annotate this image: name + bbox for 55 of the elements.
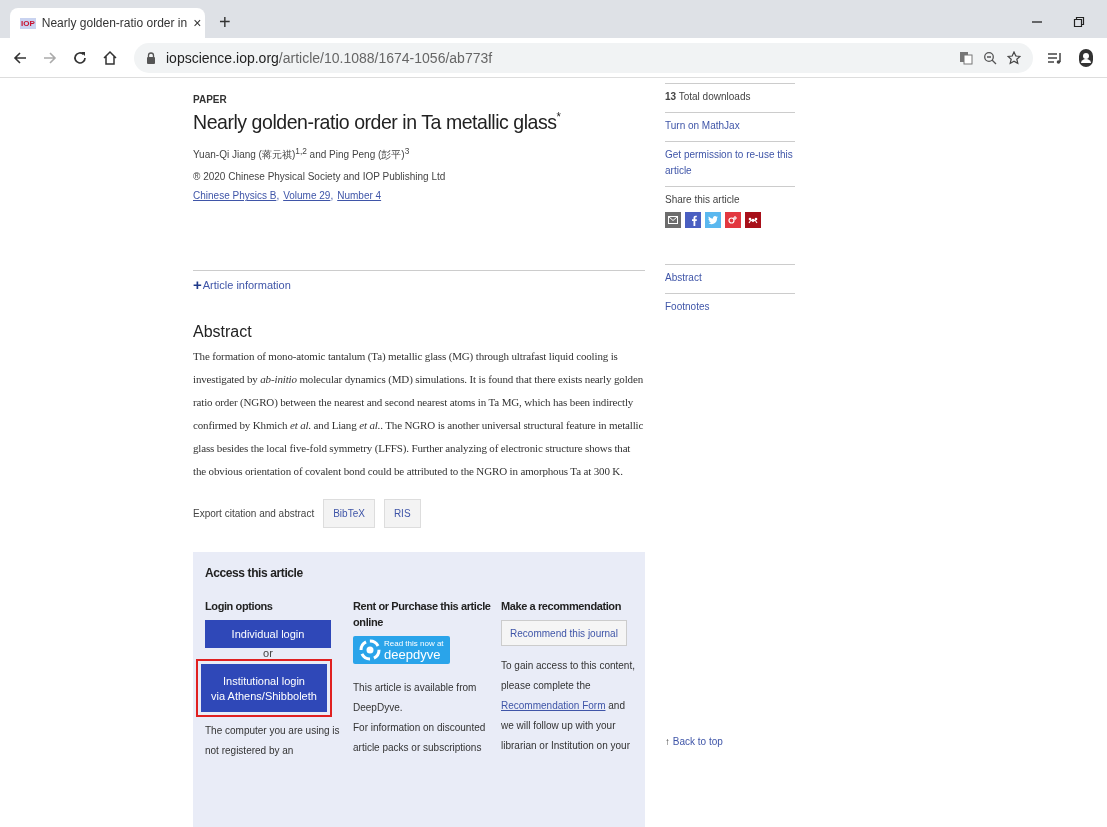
- comma: ,: [276, 190, 280, 202]
- browser-tab[interactable]: IOP Nearly golden-ratio order in ×: [10, 8, 205, 38]
- copyright-text: ® 2020 Chinese Physical Society and IOP Publishing Ltd: [193, 170, 447, 185]
- tab-title: Nearly golden-ratio order in: [41, 16, 188, 30]
- translate-icon[interactable]: [959, 50, 973, 65]
- zoom-out-icon[interactable]: [983, 50, 997, 65]
- rent-text: For information on discounted article packs or subscriptions: [353, 721, 487, 756]
- abstract-text: The formation of mono-atomic tantalum (Ta) metallic glass (MG) through ultrafast liquid cooling is investigated by ab-initio molecular dynamics (MD) simulations. It is found that there exists nearly golden ratio order (NGRO) between the nearest and second nearest atoms in Ta MG, which has been indirectly confirmed by Khmich et al. and Liang et al.. The NGRO is another universal structural feature in metallic glass besides the local five-fold symmetry (LFFS). Further analyzing of electronic structure shows that the obvious orientation of covalent bond could be attributed to the NGRO in amorphous Ta at 300 K.: [193, 349, 645, 480]
- rent-text: This article is available from DeepDyve.: [353, 681, 478, 716]
- lock-icon: [146, 51, 156, 64]
- login-note: The computer you are using is not registered by an: [205, 724, 341, 759]
- institutional-login-button[interactable]: Institutional login via Athens/Shibboleth: [201, 664, 327, 713]
- share-label: Share this article: [665, 193, 741, 207]
- googleplus-share-icon[interactable]: [725, 212, 741, 228]
- facebook-share-icon[interactable]: [685, 212, 701, 228]
- mendeley-share-icon[interactable]: [745, 212, 761, 228]
- email-share-icon[interactable]: [665, 212, 681, 228]
- reload-icon[interactable]: [72, 49, 88, 66]
- sidebar-link[interactable]: Turn on MathJax: [665, 118, 795, 134]
- reading-list-icon[interactable]: [1047, 50, 1063, 65]
- authors: Yuan-Qi Jiang (蒋元祺)$^{1,2}$ and Ping Peng (彭平)$^{3}$: [193, 145, 411, 163]
- column-heading: Login options: [205, 599, 274, 615]
- back-icon[interactable]: [12, 49, 28, 66]
- downloads-count: 13 Total downloads: [665, 83, 795, 112]
- article-information-toggle[interactable]: +Article information: [193, 276, 291, 294]
- new-tab-button[interactable]: +: [219, 11, 231, 34]
- sidebar-link[interactable]: Get permission to re-use this article: [665, 147, 795, 179]
- article-title: Nearly golden-ratio order in Ta metallic glass$^{*}$: [193, 110, 562, 134]
- profile-icon[interactable]: [1077, 47, 1095, 68]
- recommendation-form-link[interactable]: Recommendation Form: [501, 700, 606, 712]
- home-icon[interactable]: [102, 49, 118, 66]
- comma: ,: [330, 190, 334, 202]
- column-heading: Rent or Purchase this article online: [353, 599, 492, 631]
- url-text: iopscience.iop.org/article/10.1088/1674-1056/ab773f: [166, 49, 493, 66]
- access-heading: Access this article: [205, 566, 304, 581]
- abstract-heading: Abstract: [193, 323, 253, 342]
- close-icon[interactable]: ×: [193, 15, 202, 31]
- export-button[interactable]: RIS: [383, 499, 421, 529]
- individual-login-button[interactable]: Individual login: [205, 620, 331, 649]
- address-bar[interactable]: iopscience.iop.org/article/10.1088/1674-1056/ab773f: [134, 42, 1033, 73]
- site-favicon: IOP: [20, 17, 36, 29]
- back-to-top-link[interactable]: ↑ Back to top: [665, 736, 795, 747]
- article-type: PAPER: [193, 94, 228, 105]
- column-heading: Make a recommendation: [501, 599, 622, 615]
- recommend-journal-button[interactable]: Recommend this journal: [501, 620, 627, 647]
- star-icon[interactable]: [1007, 50, 1021, 65]
- export-button[interactable]: BibTeX: [323, 499, 375, 529]
- recommend-text: To gain access to this content, please complete the Recommendation Form and we will follow up with your librarian or Institution on your: [501, 659, 636, 754]
- restore-icon[interactable]: [1073, 16, 1085, 28]
- journal-link[interactable]: Number 4: [337, 190, 382, 202]
- section-link[interactable]: Footnotes: [665, 299, 795, 315]
- export-label: Export citation and abstract: [193, 506, 315, 521]
- swirl-icon: [359, 639, 381, 662]
- or-text: or: [262, 648, 274, 660]
- section-link[interactable]: Abstract: [665, 270, 795, 286]
